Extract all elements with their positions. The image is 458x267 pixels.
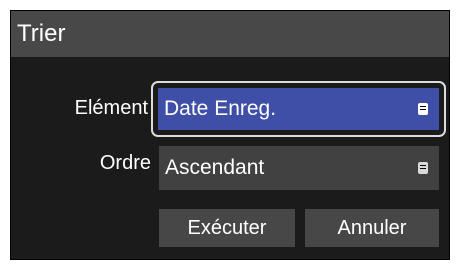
order-select-value: Ascendant xyxy=(165,156,265,179)
execute-button[interactable]: Exécuter xyxy=(159,209,295,247)
order-select[interactable]: Ascendant xyxy=(159,146,439,190)
element-label: Elément xyxy=(74,97,148,119)
menu-list-icon xyxy=(418,103,428,115)
menu-list-icon xyxy=(418,162,428,174)
element-select[interactable]: Date Enreg. xyxy=(158,88,439,130)
element-select-value: Date Enreg. xyxy=(164,97,277,120)
cancel-button[interactable]: Annuler xyxy=(305,209,439,247)
dialog-title: Trier xyxy=(11,11,449,57)
sort-dialog: Trier Elément Date Enreg. Ordre Ascendan… xyxy=(10,10,450,260)
order-label: Ordre xyxy=(99,152,151,174)
